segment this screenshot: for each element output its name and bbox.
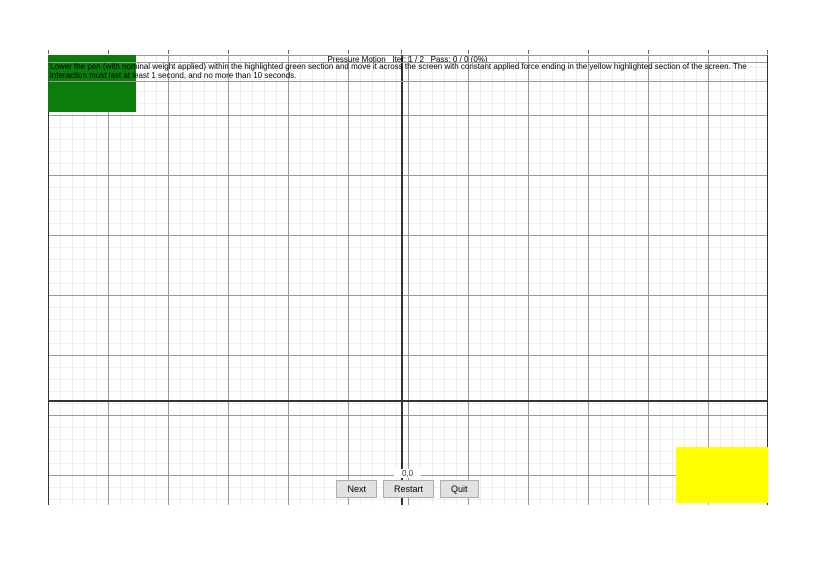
grid-major-lines xyxy=(48,55,768,505)
pressure-motion-test-window: Pressure Motion Iter: 1 / 2 Pass: 0 / 0 … xyxy=(0,0,815,584)
origin-label-text: 0,0 xyxy=(394,469,421,478)
origin-label: 0,0 xyxy=(0,469,815,478)
x-axis xyxy=(48,400,768,402)
instruction-text: Lower the pen (with nominal weight appli… xyxy=(49,62,767,82)
next-button[interactable]: Next xyxy=(336,480,377,498)
control-button-row: Next Restart Quit xyxy=(0,480,815,498)
restart-button[interactable]: Restart xyxy=(383,480,434,498)
test-grid-canvas[interactable] xyxy=(48,55,768,505)
y-axis xyxy=(401,55,403,505)
quit-button[interactable]: Quit xyxy=(440,480,479,498)
